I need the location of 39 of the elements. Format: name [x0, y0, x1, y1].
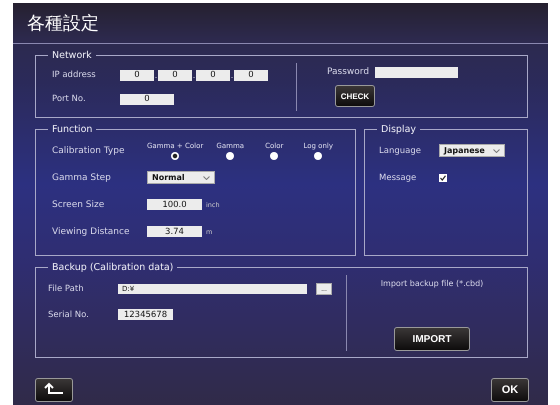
back-button[interactable]	[35, 378, 73, 402]
group-legend: Backup (Calibration data)	[48, 262, 178, 273]
field-label: Message	[378, 172, 418, 182]
ip-octet-field[interactable]: 0	[120, 70, 154, 80]
ip-octet-field[interactable]: 0	[234, 70, 268, 80]
dropdown-caret-icon	[493, 148, 500, 152]
field-label: Screen Size	[51, 200, 106, 210]
field-label: Language	[378, 146, 422, 156]
field-label: File Path	[48, 284, 85, 294]
port-field[interactable]: 0	[120, 94, 174, 104]
window-title: 各種設定	[27, 12, 99, 35]
import-hint-text: Import backup file (*.cbd)	[380, 279, 484, 288]
field-label: Gamma Step	[51, 172, 112, 182]
return-arrow-icon	[43, 382, 65, 396]
separator-text: .	[230, 70, 234, 80]
ip-octet-field[interactable]: 0	[196, 70, 230, 80]
separator-text: .	[192, 70, 196, 80]
field-label: Calibration Type	[51, 146, 126, 156]
field-label: Viewing Distance	[51, 226, 130, 236]
gamma-step-dropdown[interactable]: Normal	[147, 171, 215, 184]
dropdown-caret-icon	[203, 176, 210, 180]
separator-text: .	[154, 70, 158, 80]
field-label: Port No.	[52, 94, 87, 104]
group-legend: Function	[48, 124, 96, 135]
field-label: IP address	[52, 70, 97, 80]
check-button[interactable]: CHECK	[335, 85, 375, 108]
group-legend: Display	[377, 124, 420, 135]
password-field[interactable]	[375, 66, 458, 78]
import-button[interactable]: IMPORT	[394, 327, 470, 351]
serial-field[interactable]: 12345678	[118, 309, 173, 320]
message-checkbox[interactable]	[439, 174, 447, 182]
group-legend: Network	[48, 50, 96, 61]
viewing-distance-field[interactable]: 3.74	[147, 226, 202, 237]
field-label: Serial No.	[48, 310, 90, 320]
screen-size-field[interactable]: 100.0	[147, 199, 202, 210]
ok-button[interactable]: OK	[491, 378, 529, 402]
ip-octet-field[interactable]: 0	[158, 70, 192, 80]
field-label: Password	[327, 67, 370, 78]
language-dropdown[interactable]: Japanese	[439, 144, 505, 157]
